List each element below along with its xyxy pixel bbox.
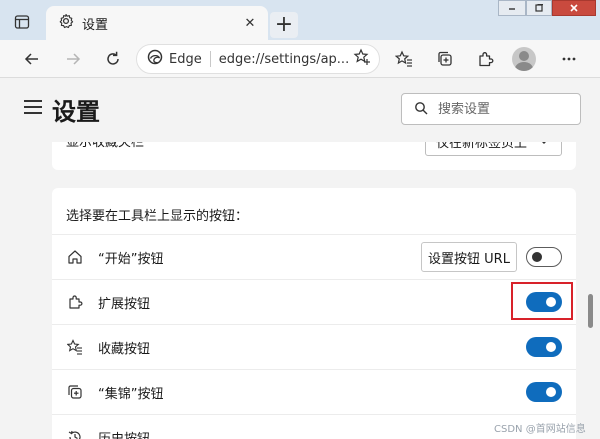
dropdown-value: 仅在新标签页上 bbox=[436, 142, 528, 151]
tab-strip: 设置 ✕ + bbox=[0, 0, 600, 40]
address-divider bbox=[209, 51, 211, 67]
section-heading: 选择要在工具栏上显示的按钮： bbox=[66, 209, 249, 224]
row-label: 历史按钮 bbox=[98, 428, 150, 439]
highlight-box bbox=[511, 282, 573, 320]
maximize-icon bbox=[535, 4, 543, 12]
maximize-button[interactable] bbox=[526, 0, 552, 16]
avatar[interactable] bbox=[512, 47, 536, 71]
list-item-collections-button: “集锦”按钮 bbox=[52, 369, 576, 414]
chevron-down-icon bbox=[537, 142, 551, 151]
favorites-bar-dropdown[interactable]: 仅在新标签页上 bbox=[425, 142, 562, 156]
new-tab-button[interactable]: + bbox=[270, 12, 298, 38]
address-url[interactable]: edge://settings/ap... bbox=[219, 52, 353, 67]
settings-header: 设置 bbox=[0, 78, 600, 142]
add-favorite-icon[interactable] bbox=[353, 48, 371, 70]
favorites-bar-label: 显示收藏夹栏 bbox=[66, 142, 145, 150]
list-item-home-button: “开始”按钮 设置按钮 URL bbox=[52, 234, 576, 279]
search-box[interactable] bbox=[401, 93, 581, 125]
tab-actions-icon[interactable] bbox=[10, 10, 34, 34]
forward-icon[interactable] bbox=[60, 46, 86, 72]
history-icon bbox=[66, 428, 84, 439]
address-bar[interactable]: Edge edge://settings/ap... bbox=[136, 44, 380, 74]
search-input[interactable] bbox=[438, 101, 568, 117]
tab-title: 设置 bbox=[82, 17, 109, 33]
home-icon bbox=[66, 248, 84, 266]
list-item-extensions-button: 扩展按钮 bbox=[52, 279, 576, 324]
favorites-icon[interactable] bbox=[391, 46, 417, 72]
browser-toolbar: Edge edge://settings/ap... bbox=[0, 40, 600, 78]
row-label: 扩展按钮 bbox=[98, 297, 151, 312]
minimize-button[interactable] bbox=[498, 0, 526, 16]
menu-icon[interactable] bbox=[24, 100, 42, 114]
extensions-icon bbox=[66, 293, 84, 311]
home-button-toggle[interactable] bbox=[526, 247, 562, 267]
extensions-icon[interactable] bbox=[472, 46, 498, 72]
collections-button-toggle[interactable] bbox=[526, 382, 562, 402]
settings-content: 显示收藏夹栏 仅在新标签页上 选择要在工具栏上显示的按钮： “开始”按钮 设置按… bbox=[0, 142, 582, 439]
back-icon[interactable] bbox=[19, 46, 45, 72]
tab-close-button[interactable]: ✕ bbox=[240, 13, 260, 33]
scrollbar-thumb[interactable] bbox=[588, 294, 593, 328]
site-name: Edge bbox=[169, 51, 202, 67]
toolbar-buttons-card: 选择要在工具栏上显示的按钮： “开始”按钮 设置按钮 URL 扩展按钮 收藏按钮 bbox=[52, 188, 576, 439]
collections-icon bbox=[66, 383, 84, 401]
gear-icon bbox=[58, 13, 74, 33]
row-label: 收藏按钮 bbox=[98, 342, 151, 357]
favorites-button-toggle[interactable] bbox=[526, 337, 562, 357]
refresh-icon[interactable] bbox=[100, 46, 126, 72]
more-icon[interactable] bbox=[556, 46, 582, 72]
window-close-button[interactable] bbox=[552, 0, 596, 16]
search-icon bbox=[414, 100, 428, 119]
row-label: “开始”按钮 bbox=[98, 252, 164, 267]
page-title: 设置 bbox=[52, 98, 100, 126]
tab-settings[interactable]: 设置 ✕ bbox=[46, 6, 268, 40]
row-label: “集锦”按钮 bbox=[98, 387, 164, 402]
edge-logo-icon bbox=[147, 49, 163, 69]
minimize-icon bbox=[509, 8, 515, 10]
watermark: CSDN @首网站信息 bbox=[494, 424, 586, 435]
favorites-icon bbox=[66, 338, 84, 356]
scrollbar[interactable] bbox=[582, 142, 600, 439]
favorites-bar-card: 显示收藏夹栏 仅在新标签页上 bbox=[52, 142, 576, 170]
set-button-url-button[interactable]: 设置按钮 URL bbox=[421, 242, 517, 272]
close-icon bbox=[570, 4, 578, 12]
collections-icon[interactable] bbox=[432, 46, 458, 72]
list-item-favorites-button: 收藏按钮 bbox=[52, 324, 576, 369]
